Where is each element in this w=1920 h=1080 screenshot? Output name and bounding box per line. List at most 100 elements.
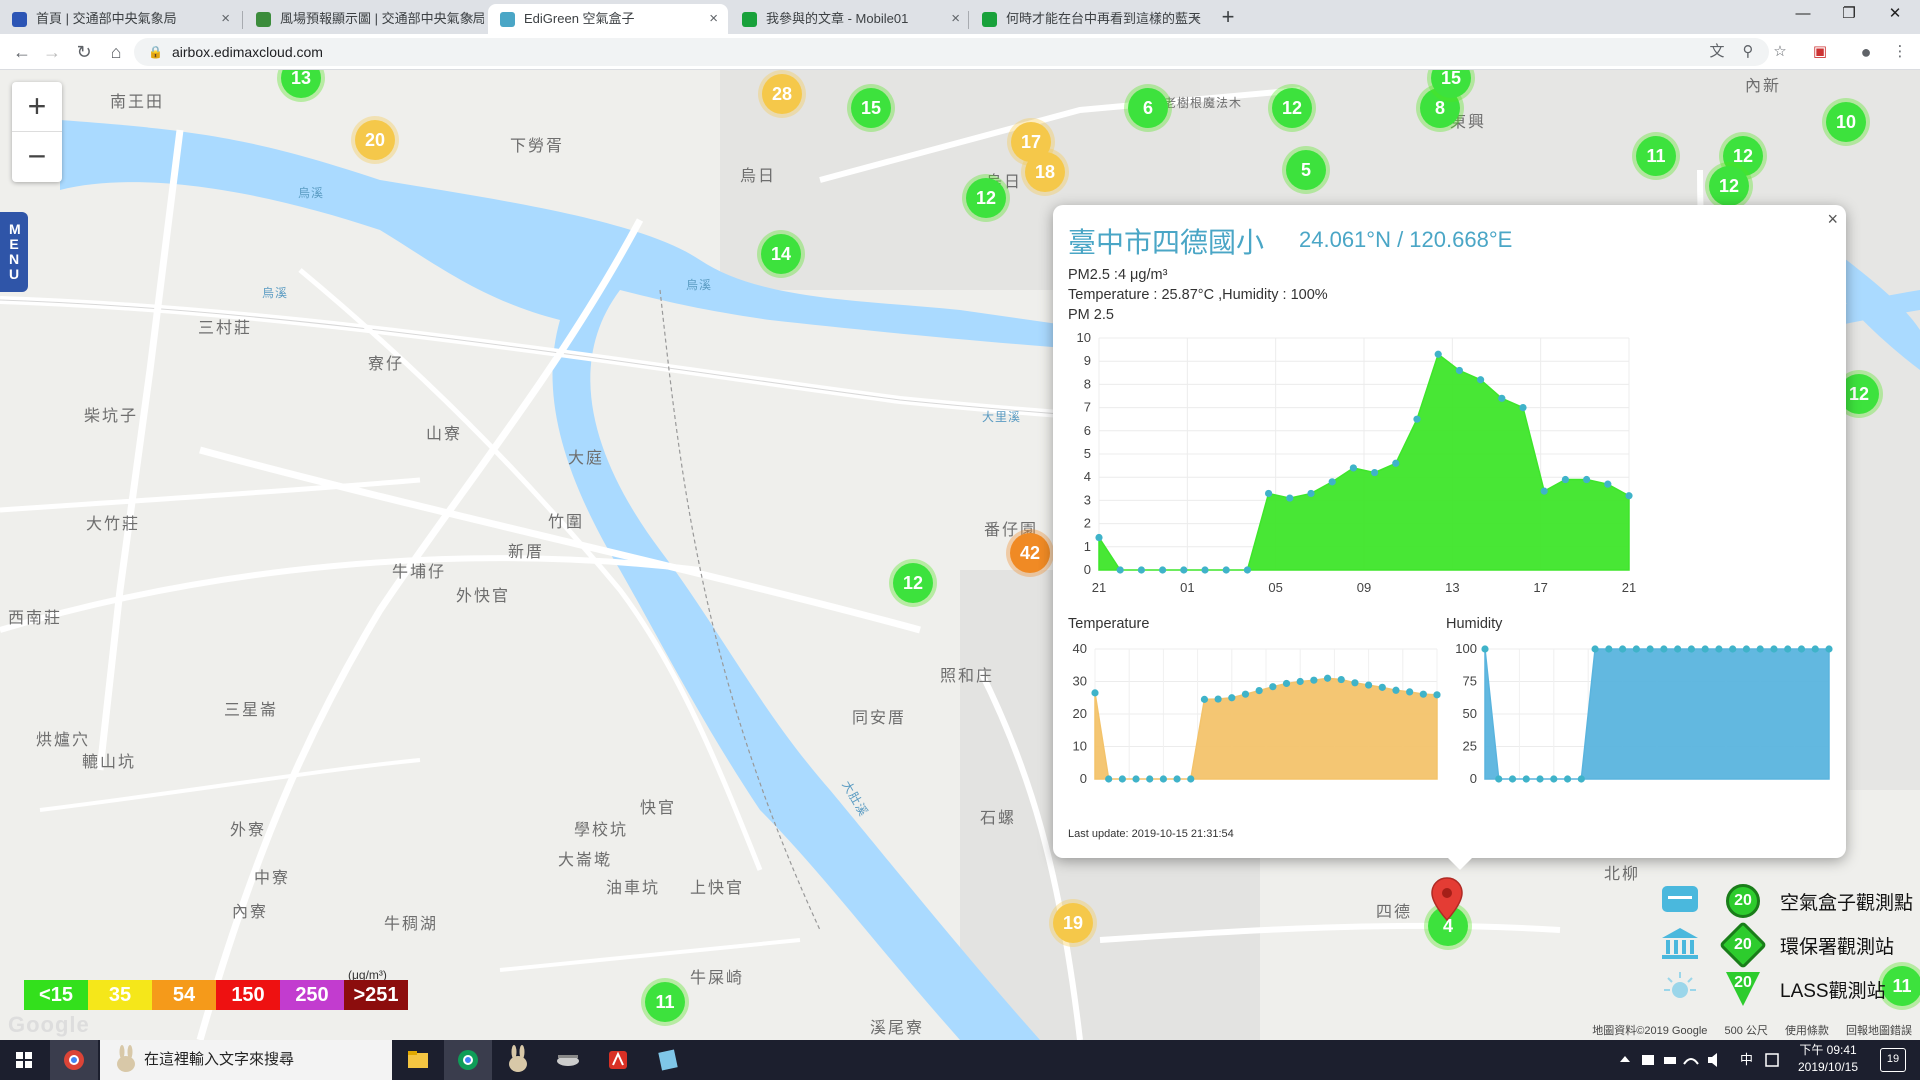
reload-icon[interactable]: ↻: [70, 38, 98, 66]
x-tick-label: 13: [1445, 580, 1459, 595]
data-point: [1105, 775, 1113, 783]
place-label: 烏日: [740, 168, 777, 185]
close-window-button[interactable]: ✕: [1872, 0, 1918, 30]
sensor-cluster[interactable]: 11: [1636, 136, 1676, 176]
sensor-cluster[interactable]: 19: [1053, 903, 1093, 943]
side-menu-button[interactable]: MENU: [0, 212, 28, 292]
sensor-cluster[interactable]: 20: [355, 120, 395, 160]
data-point: [1310, 676, 1318, 684]
tray-action-center-small-icon[interactable]: [1764, 1052, 1780, 1068]
notification-count[interactable]: 19: [1880, 1048, 1906, 1072]
zoom-out-button[interactable]: −: [12, 132, 62, 182]
place-label: 新厝: [508, 544, 545, 561]
sensor-cluster[interactable]: 14: [761, 234, 801, 274]
place-label: 三星崙: [224, 702, 279, 719]
tab-close-icon[interactable]: ×: [465, 4, 474, 34]
place-label: 下勞胥: [510, 138, 565, 155]
sensor-cluster[interactable]: 6: [1128, 88, 1168, 128]
tab-mobile01-bluesky[interactable]: 何時才能在台中再看到這樣的藍天 ×: [970, 4, 1210, 34]
forward-icon[interactable]: →: [38, 38, 66, 66]
y-tick-label: 10: [1073, 739, 1087, 754]
data-point: [1201, 566, 1209, 574]
chrome-icon[interactable]: [444, 1040, 492, 1080]
tray-chevron-up-icon[interactable]: [1620, 1056, 1630, 1062]
acrobat-icon[interactable]: [594, 1040, 642, 1080]
extension-icon[interactable]: ▣: [1806, 38, 1834, 66]
file-explorer-icon[interactable]: [394, 1040, 442, 1080]
tab-edigreen[interactable]: EdiGreen 空氣盒子 ×: [488, 4, 728, 34]
tab-cwb-home[interactable]: 首頁 | 交通部中央氣象局 ×: [0, 4, 240, 34]
menu-dots-icon[interactable]: ⋮: [1886, 38, 1914, 66]
place-label: 牛屎崎: [690, 970, 745, 987]
bookmark-star-icon[interactable]: ☆: [1766, 38, 1794, 66]
tab-close-icon[interactable]: ×: [1191, 4, 1200, 34]
tab-close-icon[interactable]: ×: [709, 4, 718, 34]
sensor-cluster[interactable]: 5: [1286, 150, 1326, 190]
tray-ime-indicator[interactable]: 中: [1740, 1040, 1753, 1080]
popup-pointer: [1448, 858, 1472, 870]
data-point: [1413, 415, 1421, 423]
tray-wifi-icon[interactable]: [1683, 1058, 1699, 1065]
terms-link[interactable]: 使用條款: [1785, 1025, 1829, 1037]
drone-app-icon[interactable]: [544, 1040, 592, 1080]
back-icon[interactable]: ←: [8, 38, 36, 66]
edigreen-favicon-icon: [500, 12, 515, 27]
data-point: [1434, 350, 1442, 358]
data-point: [1561, 475, 1569, 484]
data-point: [1337, 675, 1345, 684]
zoom-icon[interactable]: ⚲: [1734, 38, 1762, 66]
address-bar[interactable]: 🔒 airbox.edimaxcloud.com: [134, 38, 1769, 66]
y-tick-label: 5: [1084, 446, 1091, 461]
zoom-in-button[interactable]: +: [12, 82, 62, 132]
report-error-link[interactable]: 回報地圖錯誤: [1846, 1025, 1912, 1037]
sensor-cluster[interactable]: 11: [645, 982, 685, 1022]
sensor-cluster[interactable]: 15: [851, 88, 891, 128]
sensor-cluster[interactable]: 42: [1010, 533, 1050, 573]
rabbit-app-icon[interactable]: [102, 1040, 150, 1080]
minimize-button[interactable]: —: [1780, 0, 1826, 30]
place-label: 牛稠湖: [384, 916, 439, 933]
legend-item: >251: [344, 980, 408, 1010]
tab-close-icon[interactable]: ×: [951, 4, 960, 34]
clock-date: 2019/10/15: [1797, 1060, 1859, 1074]
profile-icon[interactable]: ●: [1852, 38, 1880, 66]
windows-start-icon[interactable]: [0, 1040, 48, 1080]
sensor-cluster[interactable]: 12: [1709, 166, 1749, 206]
rabbit-app-icon[interactable]: [494, 1040, 542, 1080]
data-point: [1378, 683, 1386, 691]
sensor-cluster[interactable]: 10: [1826, 102, 1866, 142]
clock-time: 下午 09:41: [1799, 1043, 1857, 1057]
y-tick-label: 25: [1463, 739, 1477, 754]
y-tick-label: 3: [1084, 492, 1091, 507]
legend-item: <15: [24, 980, 88, 1010]
tab-mobile01-articles[interactable]: 我參與的文章 - Mobile01 ×: [730, 4, 970, 34]
maximize-button[interactable]: ❐: [1826, 0, 1872, 30]
tray-battery-icon[interactable]: [1664, 1057, 1676, 1064]
selected-location-pin-icon[interactable]: [1430, 876, 1464, 922]
sensor-cluster[interactable]: 12: [893, 563, 933, 603]
sensor-cluster[interactable]: 18: [1025, 152, 1065, 192]
data-point: [1756, 645, 1764, 653]
tab-close-icon[interactable]: ×: [221, 4, 230, 34]
y-tick-label: 0: [1080, 771, 1087, 786]
new-tab-button[interactable]: +: [1214, 4, 1242, 32]
windows-taskbar: 在這裡輸入文字來搜尋 中 下午 09:41 2019/10/15 19: [0, 1040, 1920, 1080]
notepad-app-icon[interactable]: [644, 1040, 692, 1080]
data-point: [1091, 689, 1099, 697]
sensor-cluster[interactable]: 12: [966, 178, 1006, 218]
tray-security-icon[interactable]: [1642, 1055, 1654, 1065]
sensor-cluster[interactable]: 28: [762, 74, 802, 114]
data-point: [1269, 683, 1277, 691]
home-icon[interactable]: ⌂: [102, 38, 130, 66]
translate-icon[interactable]: 文: [1703, 38, 1731, 66]
y-tick-label: 30: [1073, 674, 1087, 689]
tray-volume-icon[interactable]: [1708, 1053, 1717, 1067]
tab-wind-forecast[interactable]: 風場預報顯示圖 | 交通部中央氣象局 ×: [244, 4, 484, 34]
tab-label: 何時才能在台中再看到這樣的藍天: [1006, 11, 1202, 26]
station-key-label: LASS觀測站: [1780, 981, 1886, 1002]
tab-label: 我參與的文章 - Mobile01: [766, 11, 909, 26]
taskbar-clock[interactable]: 下午 09:41 2019/10/15: [1788, 1042, 1868, 1076]
sensor-cluster[interactable]: 12: [1272, 88, 1312, 128]
chrome-pinned-icon[interactable]: [50, 1040, 98, 1080]
data-point: [1674, 645, 1682, 653]
